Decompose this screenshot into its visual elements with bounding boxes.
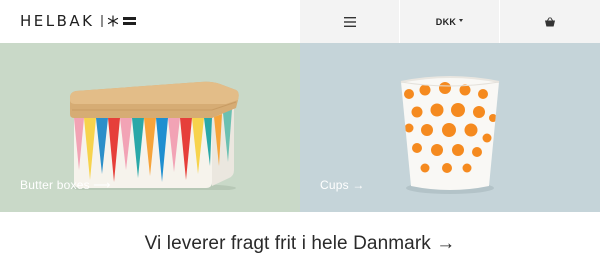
dotted-cup-image bbox=[400, 76, 500, 194]
caret-down-icon bbox=[459, 19, 464, 22]
menu-button[interactable] bbox=[300, 0, 399, 43]
site-header: HELBAK DKK bbox=[0, 0, 600, 43]
tile-label-cups: Cups → bbox=[320, 178, 365, 192]
logo-text: HELBAK bbox=[20, 12, 95, 30]
currency-selector[interactable]: DKK bbox=[400, 0, 499, 43]
banner-text: Vi leverer fragt frit i hele Danmark → bbox=[144, 232, 456, 254]
free-shipping-banner[interactable]: Vi leverer fragt frit i hele Danmark → bbox=[0, 212, 600, 275]
tile-butter-boxes[interactable]: Butter boxes ⟶ bbox=[0, 43, 300, 212]
cart-button[interactable] bbox=[500, 0, 600, 43]
helbak-logo[interactable]: HELBAK bbox=[20, 11, 137, 31]
butter-box-image bbox=[70, 81, 239, 190]
hamburger-menu-icon bbox=[343, 16, 356, 27]
tile-cups[interactable]: Cups → bbox=[300, 43, 600, 212]
shopping-basket-icon bbox=[545, 16, 555, 26]
tile-label-butter-boxes: Butter boxes ⟶ bbox=[20, 178, 111, 192]
logo-mark-icon bbox=[101, 14, 137, 28]
currency-label: DKK bbox=[435, 16, 457, 27]
